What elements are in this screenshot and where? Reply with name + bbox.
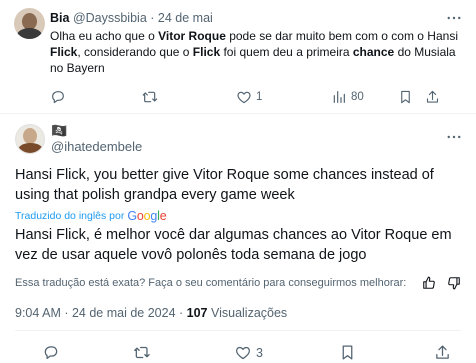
retweet-button[interactable] (141, 89, 159, 105)
bookmark-button[interactable] (339, 344, 356, 361)
share-icon (436, 345, 449, 359)
translated-text: Hansi Flick, é melhor você dar algumas c… (15, 227, 452, 263)
reply-header: Bia @Dayssbibia · 24 de mai (50, 11, 213, 26)
author-handle[interactable]: @ihatedembele (51, 139, 142, 154)
tweet-views-count: 107 (186, 306, 208, 320)
reply-icon (44, 346, 58, 359)
reply-icon (52, 91, 64, 104)
tweet-meta: 9:04 AM · 24 de mai de 2024 · 107 Visual… (15, 306, 287, 321)
translation-attribution[interactable]: Traduzido do inglês por Google (15, 209, 167, 223)
reply-button[interactable] (50, 89, 66, 105)
translation-feedback-prompt: Essa tradução está exata? Faça o seu com… (15, 277, 407, 289)
tweet-views-label: Visualizações (207, 306, 288, 320)
tweet-text: Hansi Flick, you better give Vitor Roque… (15, 167, 434, 203)
retweet-icon (142, 91, 158, 103)
more-icon[interactable] (445, 9, 463, 27)
more-icon[interactable] (445, 128, 463, 146)
like-button[interactable]: 1 (236, 89, 262, 105)
bookmark-icon (401, 90, 410, 104)
share-icon (426, 90, 439, 103)
avatar[interactable] (14, 8, 45, 39)
like-count: 1 (256, 91, 263, 103)
share-button[interactable] (434, 344, 451, 361)
display-name[interactable]: Bia (50, 11, 69, 25)
user-handle[interactable]: @Dayssbibia (73, 11, 147, 25)
like-button[interactable]: 3 (234, 344, 263, 361)
reply-text: Olha eu acho que o Vitor Roque pode se d… (50, 29, 458, 75)
author-avatar[interactable] (15, 124, 45, 154)
like-count: 3 (256, 345, 263, 360)
thumb-down-icon[interactable] (447, 276, 461, 290)
translated-by-label: Traduzido do inglês por (15, 210, 125, 222)
reply-tweet[interactable]: Bia @Dayssbibia · 24 de mai Olha eu acho… (0, 0, 476, 114)
share-button[interactable] (425, 89, 440, 105)
views-count: 80 (351, 91, 364, 103)
like-icon (237, 91, 251, 104)
bookmark-icon (342, 345, 353, 360)
separator: · (150, 11, 155, 25)
google-logo: Google (127, 209, 167, 223)
views-button[interactable]: 80 (331, 89, 364, 105)
divider (15, 330, 461, 331)
like-icon (236, 346, 250, 360)
tweet-timestamp[interactable]: 9:04 AM · 24 de mai de 2024 · (15, 306, 187, 320)
pirate-flag-emoji: 🏴‍☠️ (51, 123, 68, 138)
reply-button[interactable] (42, 344, 60, 361)
bookmark-button[interactable] (398, 89, 413, 105)
retweet-icon (134, 346, 150, 359)
views-icon (333, 91, 345, 103)
retweet-button[interactable] (132, 344, 152, 361)
timestamp[interactable]: 24 de mai (158, 11, 213, 25)
thumb-up-icon[interactable] (422, 276, 436, 290)
